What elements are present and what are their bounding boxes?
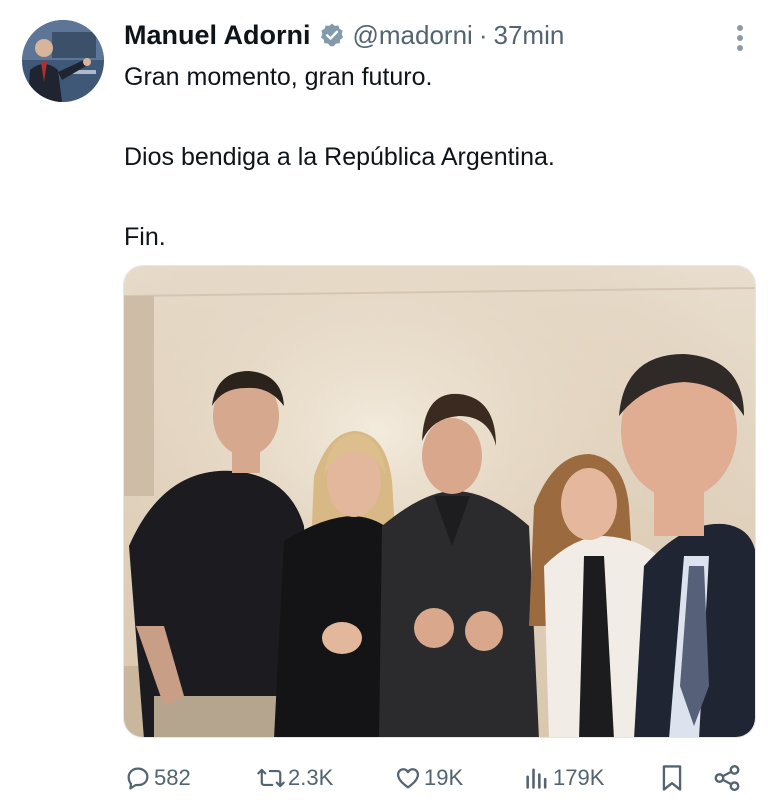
views-icon xyxy=(523,764,551,792)
like-count: 19K xyxy=(424,765,464,790)
tweet: Manuel Adorni @madorni · 37min Gran mome… xyxy=(0,0,780,807)
reply-icon xyxy=(124,764,152,792)
tweet-text-line: Gran momento, gran futuro. xyxy=(124,63,433,91)
retweet-button[interactable]: 2.3K xyxy=(256,758,333,798)
like-button[interactable]: 19K xyxy=(394,758,463,798)
tweet-header: Manuel Adorni @madorni · 37min xyxy=(124,16,564,54)
views-count: 179K xyxy=(553,765,605,790)
author-handle[interactable]: @madorni xyxy=(353,20,473,51)
avatar[interactable] xyxy=(22,20,104,102)
reply-button[interactable]: 582 xyxy=(124,758,191,798)
verified-badge-icon xyxy=(319,22,345,48)
more-vertical-icon[interactable] xyxy=(728,22,752,54)
views-button[interactable]: 179K xyxy=(523,758,604,798)
retweet-icon xyxy=(256,764,286,792)
retweet-count: 2.3K xyxy=(288,765,334,790)
share-icon xyxy=(712,763,742,793)
tweet-text-line: Dios bendiga a la República Argentina. xyxy=(124,143,555,171)
bookmark-button[interactable] xyxy=(658,758,686,798)
tweet-actions: 582 2.3K 19K 179K xyxy=(0,758,780,798)
author-name[interactable]: Manuel Adorni xyxy=(124,20,311,51)
bookmark-icon xyxy=(658,763,686,793)
timestamp[interactable]: 37min xyxy=(494,20,565,51)
tweet-photo[interactable] xyxy=(123,265,756,738)
reply-count: 582 xyxy=(154,765,191,790)
separator-dot: · xyxy=(478,19,488,50)
photo-image xyxy=(124,266,755,737)
heart-icon xyxy=(394,764,422,792)
tweet-text-line: Fin. xyxy=(124,223,166,251)
share-button[interactable] xyxy=(712,758,742,798)
